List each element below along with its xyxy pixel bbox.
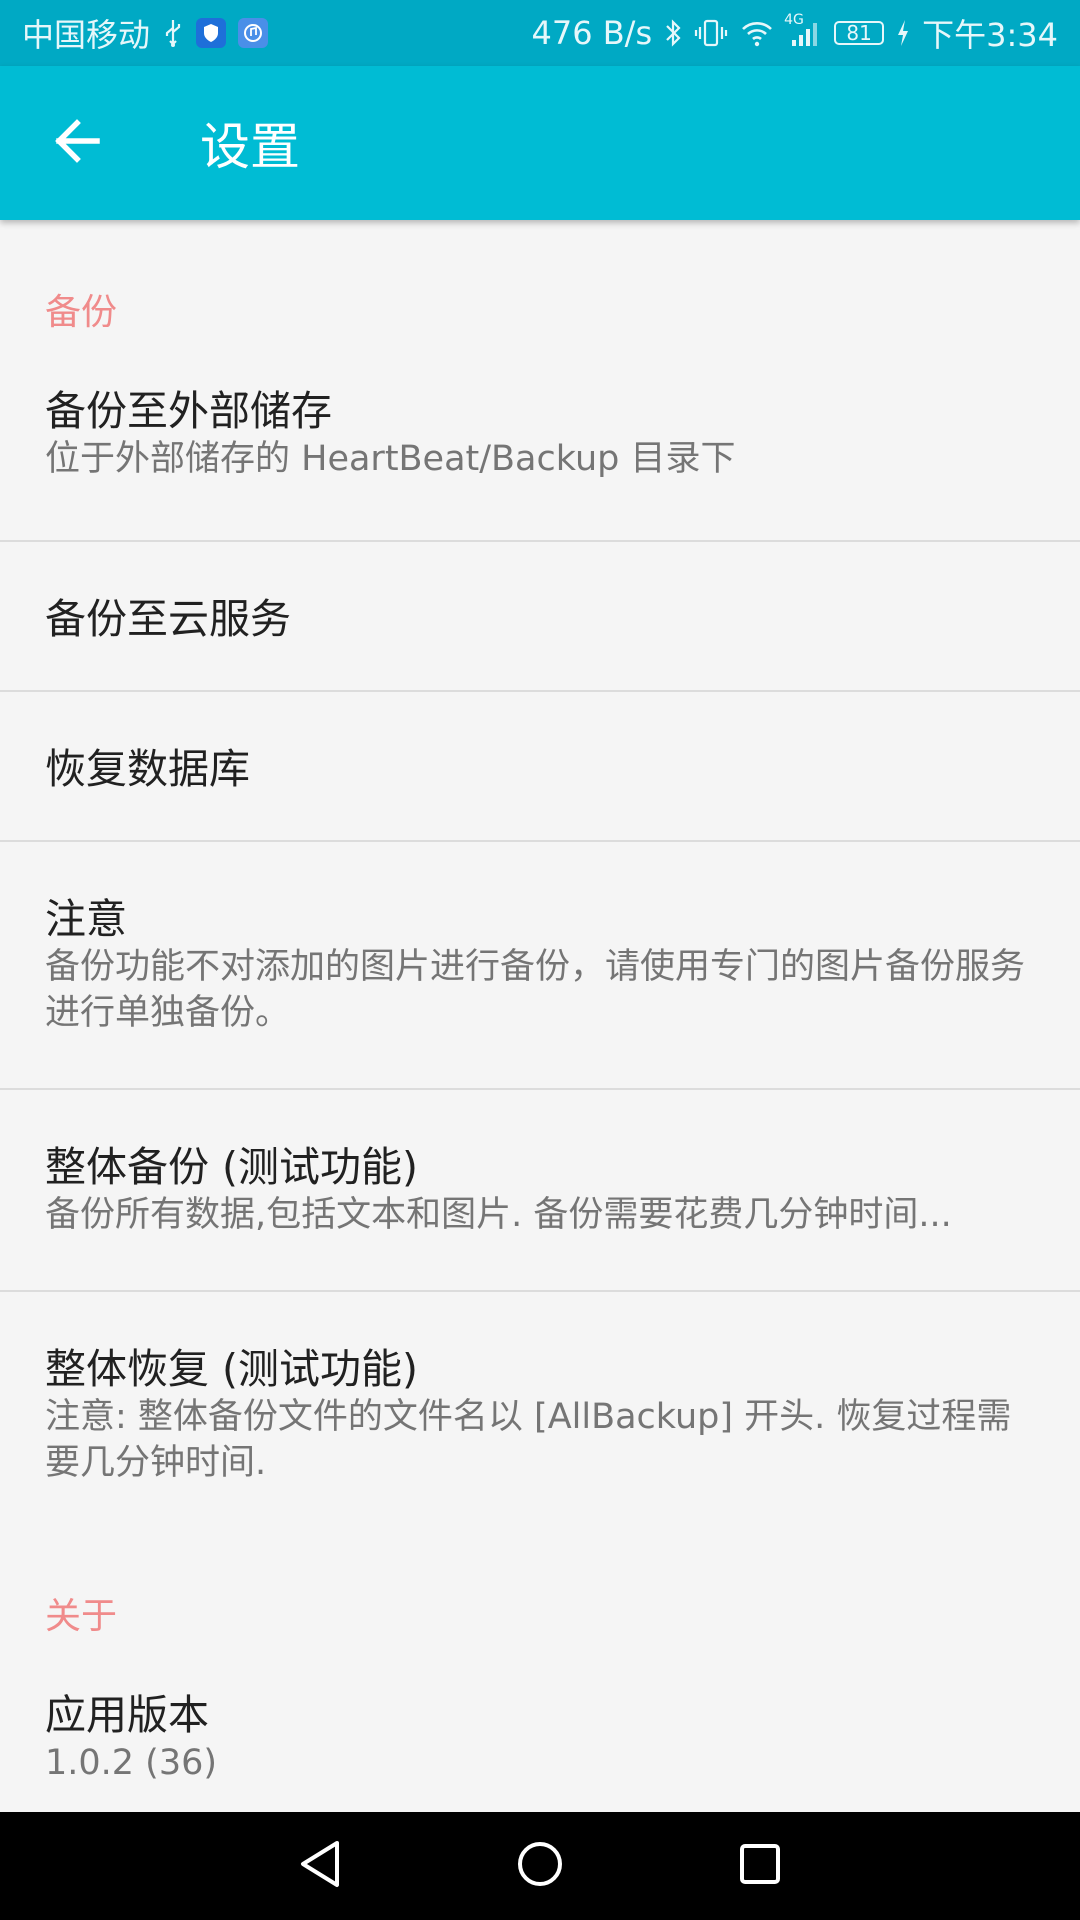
music-app-icon (238, 18, 269, 48)
pref-title: 整体备份 (测试功能) (45, 1143, 419, 1191)
pref-summary: 备份功能不对添加的图片进行备份，请使用专门的图片备份服务进行单独备份。 (45, 947, 1026, 1033)
divider (0, 1290, 1080, 1292)
net-speed-label: 476 B/s (531, 14, 653, 52)
divider (0, 1088, 1080, 1090)
square-recents-icon (738, 1842, 782, 1890)
pref-title: 恢复数据库 (45, 745, 250, 793)
charging-icon (896, 19, 910, 47)
clock-label: 下午3:34 (922, 16, 1058, 54)
divider (0, 690, 1080, 692)
divider (0, 840, 1080, 842)
pref-summary: 注意: 整体备份文件的文件名以 [AllBackup] 开头. 恢复过程需要几分… (45, 1397, 1012, 1483)
pref-summary: 1.0.2 (36) (45, 1743, 218, 1783)
pref-title: 整体恢复 (测试功能) (45, 1345, 419, 1393)
triangle-back-icon (297, 1839, 343, 1893)
pref-app-version[interactable]: 应用版本 1.0.2 (36) (0, 1690, 1080, 1786)
circle-home-icon (516, 1840, 564, 1892)
pref-notice[interactable]: 注意 备份功能不对添加的图片进行备份，请使用专门的图片备份服务进行单独备份。 (0, 894, 1080, 1036)
battery-indicator: 81 (834, 21, 885, 45)
page-title: 设置 (200, 118, 300, 176)
pref-title: 备份至外部储存 (45, 387, 332, 435)
network-type-label: 4G (784, 12, 804, 28)
section-header-backup: 备份 (45, 292, 118, 333)
pref-title: 注意 (45, 895, 127, 943)
pref-full-restore[interactable]: 整体恢复 (测试功能) 注意: 整体备份文件的文件名以 [AllBackup] … (0, 1344, 1080, 1486)
back-button[interactable] (27, 93, 127, 193)
pref-summary: 位于外部储存的 HeartBeat/Backup 目录下 (45, 439, 736, 479)
app-bar: 设置 (0, 66, 1080, 220)
nav-home-button[interactable] (480, 1816, 600, 1916)
battery-level: 81 (846, 21, 872, 45)
pref-backup-external[interactable]: 备份至外部储存 位于外部储存的 HeartBeat/Backup 目录下 (0, 386, 1080, 482)
vibrate-icon (694, 18, 728, 48)
pref-summary: 备份所有数据,包括文本和图片. 备份需要花费几分钟时间... (45, 1195, 952, 1235)
wifi-icon (740, 18, 774, 48)
pref-full-backup[interactable]: 整体备份 (测试功能) 备份所有数据,包括文本和图片. 备份需要花费几分钟时间.… (0, 1142, 1080, 1238)
divider (0, 540, 1080, 542)
section-header-about: 关于 (45, 1596, 118, 1637)
pref-backup-cloud[interactable]: 备份至云服务 (0, 594, 1080, 644)
pref-title: 应用版本 (45, 1691, 209, 1739)
nav-back-button[interactable] (260, 1816, 380, 1916)
usb-icon (162, 18, 184, 48)
pref-title: 备份至云服务 (45, 595, 291, 643)
settings-list[interactable]: 备份 备份至外部储存 位于外部储存的 HeartBeat/Backup 目录下 … (0, 220, 1080, 1812)
navigation-bar (0, 1812, 1080, 1920)
carrier-label: 中国移动 (22, 16, 151, 54)
bluetooth-icon (664, 18, 682, 48)
status-bar-left: 中国移动 (22, 10, 269, 56)
signal-icon: 4G (784, 12, 822, 48)
status-bar-right: 476 B/s 4G 81 下午3:34 (531, 10, 1058, 56)
pref-restore-database[interactable]: 恢复数据库 (0, 744, 1080, 794)
shield-icon (196, 18, 227, 48)
nav-recents-button[interactable] (700, 1816, 820, 1916)
arrow-left-icon (53, 119, 101, 167)
status-bar: 中国移动 476 B/s 4G 81 下午3:34 (0, 0, 1080, 66)
